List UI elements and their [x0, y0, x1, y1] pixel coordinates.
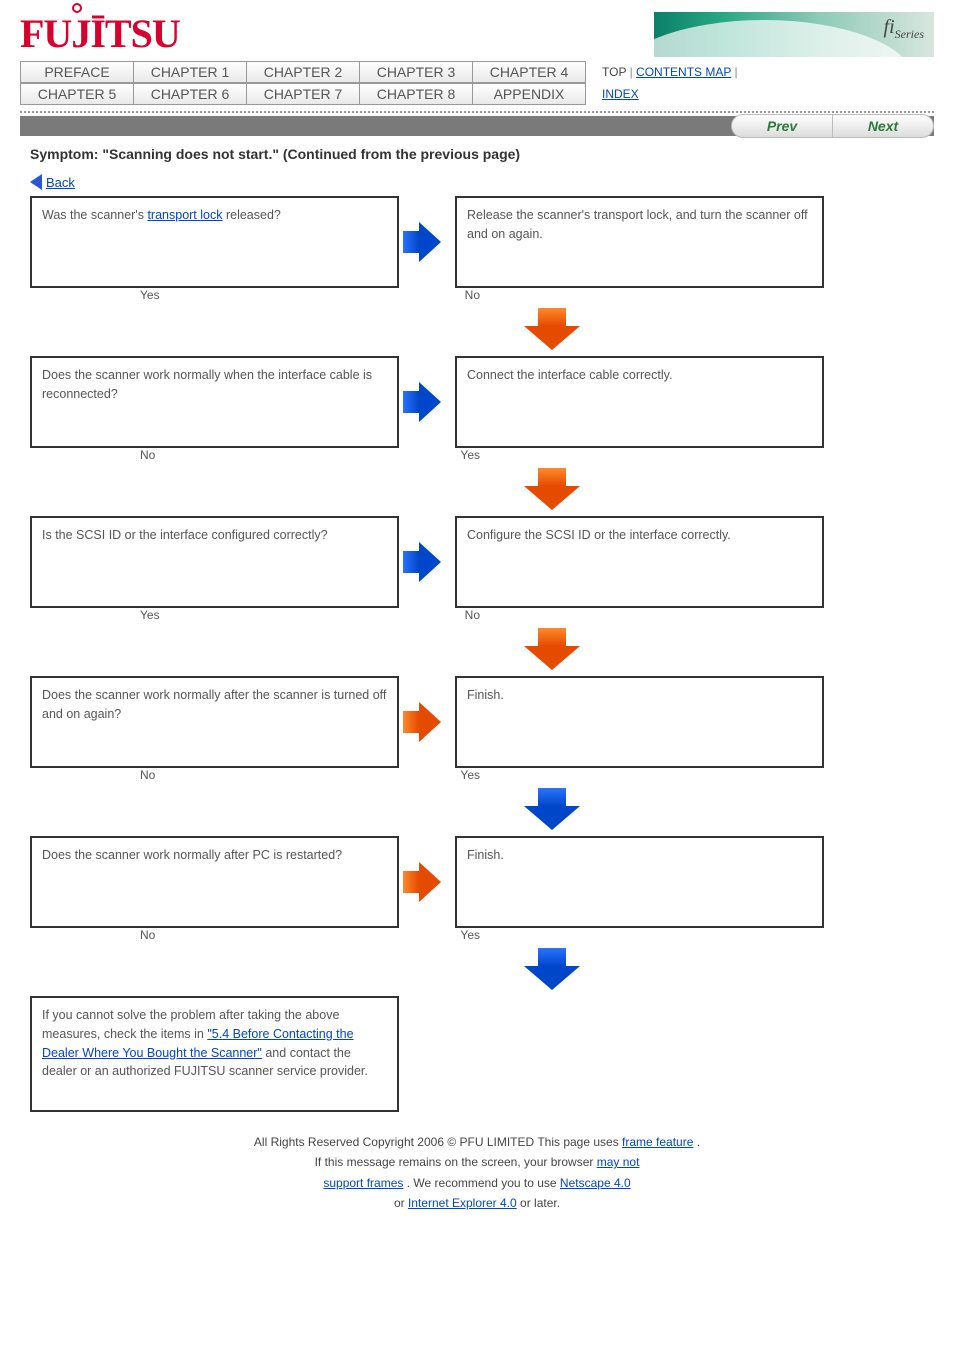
section-title: Symptom: "Scanning does not start." (Con…	[30, 146, 924, 162]
logo-text: FUJĪTSU	[20, 11, 180, 56]
frame-feature-link[interactable]: frame feature	[622, 1135, 693, 1149]
prev-next-controls: Prev Next	[731, 114, 934, 138]
prev-button[interactable]: Prev	[731, 114, 833, 138]
footer-line-2: If this message remains on the screen, y…	[30, 1152, 924, 1172]
tab-chapter-2[interactable]: CHAPTER 2	[247, 62, 360, 82]
no-label: No	[140, 928, 155, 942]
contents-map-link[interactable]: CONTENTS MAP	[636, 65, 731, 79]
step-3-question: Is the SCSI ID or the interface configur…	[30, 516, 399, 608]
tab-chapter-5[interactable]: CHAPTER 5	[21, 84, 134, 104]
final-instruction: If you cannot solve the problem after ta…	[30, 996, 399, 1112]
gray-toolbar: Prev Next	[20, 116, 934, 136]
step-1-row: Was the scanner's transport lock release…	[30, 196, 924, 288]
arrow-right-icon	[403, 542, 447, 582]
step-1-pre: Was the scanner's	[42, 208, 147, 222]
tab-chapter-6[interactable]: CHAPTER 6	[134, 84, 247, 104]
yes-label: Yes	[460, 768, 480, 782]
page-footer: All Rights Reserved Copyright 2006 © PFU…	[30, 1132, 924, 1214]
footer-line-3: support frames . We recommend you to use…	[30, 1173, 924, 1193]
tab-appendix[interactable]: APPENDIX	[473, 84, 586, 104]
tabs-row-1: PREFACE CHAPTER 1 CHAPTER 2 CHAPTER 3 CH…	[20, 61, 586, 83]
banner-curve	[654, 20, 914, 57]
top-label: TOP	[602, 65, 626, 79]
arrow-down-icon	[180, 628, 924, 670]
page-header: FUJĪTSU fiSeries	[0, 0, 954, 61]
arrow-down-icon	[180, 788, 924, 830]
tab-chapter-3[interactable]: CHAPTER 3	[360, 62, 473, 82]
dotted-divider	[20, 111, 934, 113]
tabs-row-2: CHAPTER 5 CHAPTER 6 CHAPTER 7 CHAPTER 8 …	[20, 83, 586, 105]
step-4-answer: Finish.	[455, 676, 824, 768]
step-1-answer: Release the scanner's transport lock, an…	[455, 196, 824, 288]
top-right-links-1: TOP | CONTENTS MAP |	[602, 65, 738, 79]
yes-label: Yes	[460, 928, 480, 942]
support-frames-link[interactable]: support frames	[323, 1176, 403, 1190]
step-2-row: Does the scanner work normally when the …	[30, 356, 924, 448]
yes-label: Yes	[460, 448, 480, 462]
step-5-answer: Finish.	[455, 836, 824, 928]
nav-row-2: CHAPTER 5 CHAPTER 6 CHAPTER 7 CHAPTER 8 …	[0, 83, 954, 105]
tab-chapter-7[interactable]: CHAPTER 7	[247, 84, 360, 104]
yes-label: Yes	[140, 288, 160, 302]
tab-chapter-1[interactable]: CHAPTER 1	[134, 62, 247, 82]
separator: |	[735, 65, 738, 79]
fi-series-banner: fiSeries	[654, 12, 934, 57]
arrow-right-icon	[403, 702, 447, 742]
logo-infinity-icon	[72, 3, 82, 13]
step-5-row: Does the scanner work normally after PC …	[30, 836, 924, 928]
tab-chapter-8[interactable]: CHAPTER 8	[360, 84, 473, 104]
no-label: No	[140, 768, 155, 782]
arrow-down-icon	[180, 468, 924, 510]
arrow-right-icon	[403, 222, 447, 262]
tab-chapter-4[interactable]: CHAPTER 4	[473, 62, 586, 82]
step-4-row: Does the scanner work normally after the…	[30, 676, 924, 768]
step-3-answer: Configure the SCSI ID or the interface c…	[455, 516, 824, 608]
flow-diagram: Was the scanner's transport lock release…	[30, 196, 924, 1112]
no-label: No	[140, 448, 155, 462]
step-2-question: Does the scanner work normally when the …	[30, 356, 399, 448]
index-link[interactable]: INDEX	[602, 87, 639, 101]
transport-lock-link[interactable]: transport lock	[147, 208, 222, 222]
fujitsu-logo: FUJĪTSU	[20, 10, 180, 57]
step-5-question: Does the scanner work normally after PC …	[30, 836, 399, 928]
final-row: If you cannot solve the problem after ta…	[30, 996, 924, 1112]
top-right-links-2: INDEX	[602, 87, 639, 101]
step-4-question: Does the scanner work normally after the…	[30, 676, 399, 768]
nav-row-1: PREFACE CHAPTER 1 CHAPTER 2 CHAPTER 3 CH…	[0, 61, 954, 83]
back-link[interactable]: Back	[46, 175, 75, 190]
may-not-link[interactable]: may not	[597, 1155, 640, 1169]
step-1-question: Was the scanner's transport lock release…	[30, 196, 399, 288]
yes-label: Yes	[140, 608, 160, 622]
no-label: No	[465, 608, 480, 622]
ie-link[interactable]: Internet Explorer 4.0	[408, 1196, 517, 1210]
triangle-left-icon	[30, 174, 42, 190]
step-1-post: released?	[226, 208, 281, 222]
tab-preface[interactable]: PREFACE	[21, 62, 134, 82]
copyright: All Rights Reserved Copyright 2006 © PFU…	[254, 1135, 534, 1149]
no-label: No	[465, 288, 480, 302]
arrow-right-icon	[403, 862, 447, 902]
next-button[interactable]: Next	[833, 114, 934, 138]
footer-line-1: All Rights Reserved Copyright 2006 © PFU…	[30, 1132, 924, 1152]
arrow-down-icon	[180, 948, 924, 990]
back-link-row[interactable]: Back	[30, 174, 954, 190]
arrow-down-icon	[180, 308, 924, 350]
banner-fi: fiSeries	[884, 16, 924, 42]
footer-line-4: or Internet Explorer 4.0 or later.	[30, 1193, 924, 1213]
netscape-link[interactable]: Netscape 4.0	[560, 1176, 631, 1190]
step-3-row: Is the SCSI ID or the interface configur…	[30, 516, 924, 608]
arrow-right-icon	[403, 382, 447, 422]
step-2-answer: Connect the interface cable correctly.	[455, 356, 824, 448]
